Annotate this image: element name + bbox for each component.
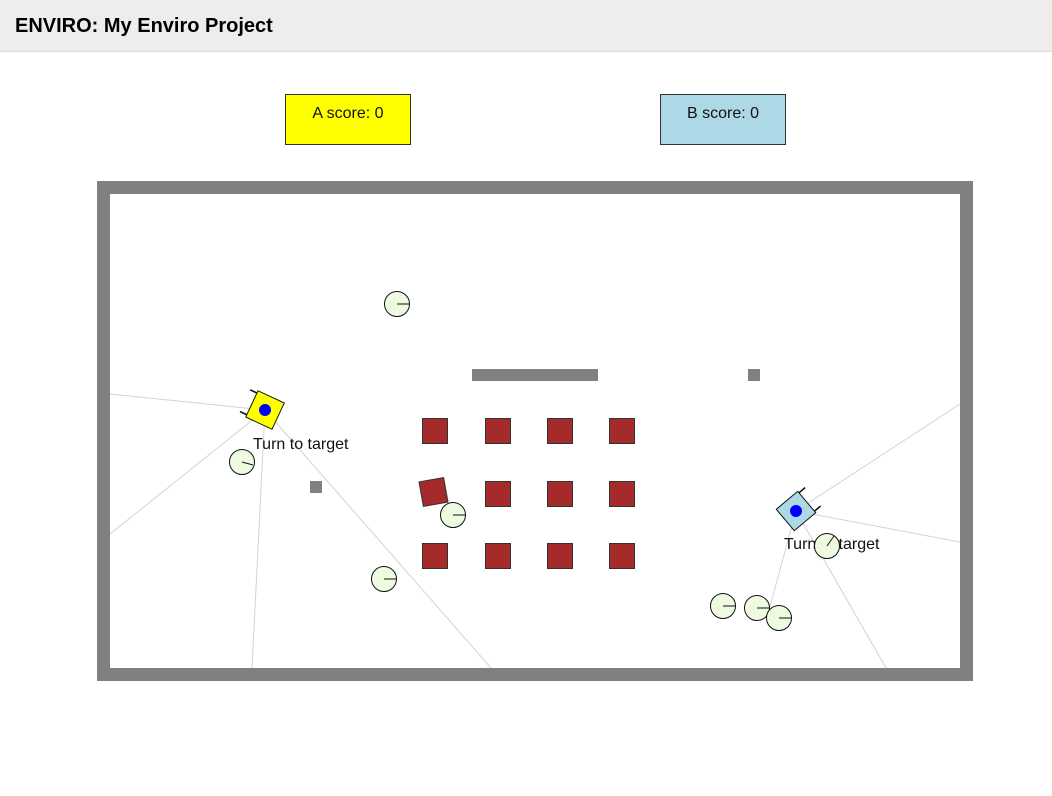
robot-b-arm — [798, 487, 806, 494]
ball — [440, 502, 466, 528]
ball — [229, 449, 255, 475]
block — [547, 543, 573, 569]
block — [609, 481, 635, 507]
robot-a-arm — [249, 389, 258, 394]
block — [609, 543, 635, 569]
block — [609, 418, 635, 444]
robot-a-status: Turn to target — [253, 436, 349, 453]
block — [418, 476, 449, 508]
game-arena: Turn to target Turn to target — [97, 181, 973, 681]
small-obstacle — [748, 369, 760, 381]
robot-a-arm — [239, 410, 248, 416]
wall-top — [97, 181, 973, 194]
ball — [371, 566, 397, 592]
wall-left — [97, 181, 110, 681]
wall-right — [960, 181, 973, 681]
ball — [710, 593, 736, 619]
block — [547, 481, 573, 507]
sensor-ray — [795, 403, 961, 512]
obstacles — [310, 369, 760, 493]
blocks — [418, 418, 635, 569]
balls — [229, 291, 792, 631]
ball — [814, 533, 840, 559]
block — [485, 543, 511, 569]
ball — [384, 291, 410, 317]
block — [422, 418, 448, 444]
block — [485, 481, 511, 507]
ball — [744, 595, 770, 621]
sensor-ray — [109, 393, 266, 411]
wall-bottom — [97, 668, 973, 681]
robot-b — [775, 487, 822, 532]
arena-walls — [97, 181, 973, 681]
sensor-rays — [109, 393, 961, 669]
barrier-bar — [472, 369, 598, 381]
block — [485, 418, 511, 444]
block — [422, 543, 448, 569]
small-obstacle — [310, 481, 322, 493]
ball — [766, 605, 792, 631]
sensor-ray — [795, 510, 887, 669]
robot-b-arm — [813, 505, 822, 512]
block — [547, 418, 573, 444]
